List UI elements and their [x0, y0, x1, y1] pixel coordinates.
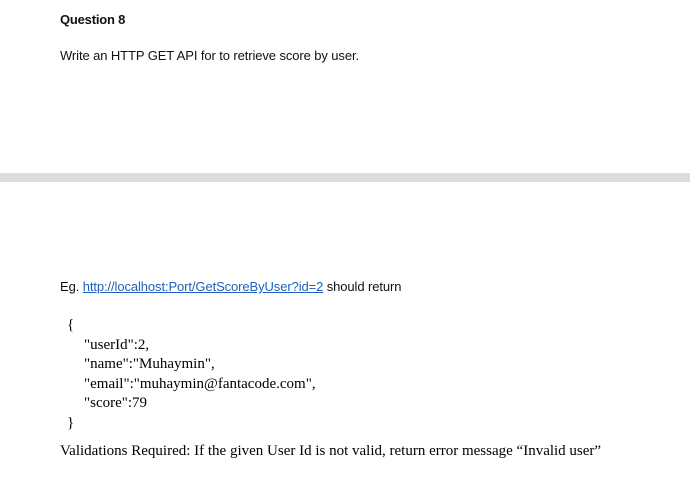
example-prefix: Eg. [60, 279, 83, 294]
json-line-userid: "userId":2, [84, 336, 150, 353]
validation-text: Validations Required: If the given User … [60, 443, 602, 459]
question-text: Write an HTTP GET API for to retrieve sc… [60, 48, 359, 63]
example-line: Eg. http://localhost:Port/GetScoreByUser… [60, 279, 401, 294]
json-close-brace: } [67, 414, 75, 431]
json-line-score: "score":79 [84, 395, 148, 411]
question-heading: Question 8 [60, 12, 126, 27]
json-open-brace: { [67, 317, 75, 333]
example-suffix: should return [323, 279, 402, 294]
response-json-block: { "userId":2, "name":"Muhaymin", "email"… [67, 316, 316, 433]
example-url-link[interactable]: http://localhost:Port/GetScoreByUser?id=… [83, 279, 324, 294]
json-line-name: "name":"Muhaymin", [84, 356, 215, 372]
document-page-bottom: Eg. http://localhost:Port/GetScoreByUser… [0, 182, 690, 493]
document-page-top: Question 8 Write an HTTP GET API for to … [0, 0, 690, 173]
page-separator [0, 173, 690, 182]
json-line-email: "email":"muhaymin@fantacode.com", [84, 375, 316, 392]
